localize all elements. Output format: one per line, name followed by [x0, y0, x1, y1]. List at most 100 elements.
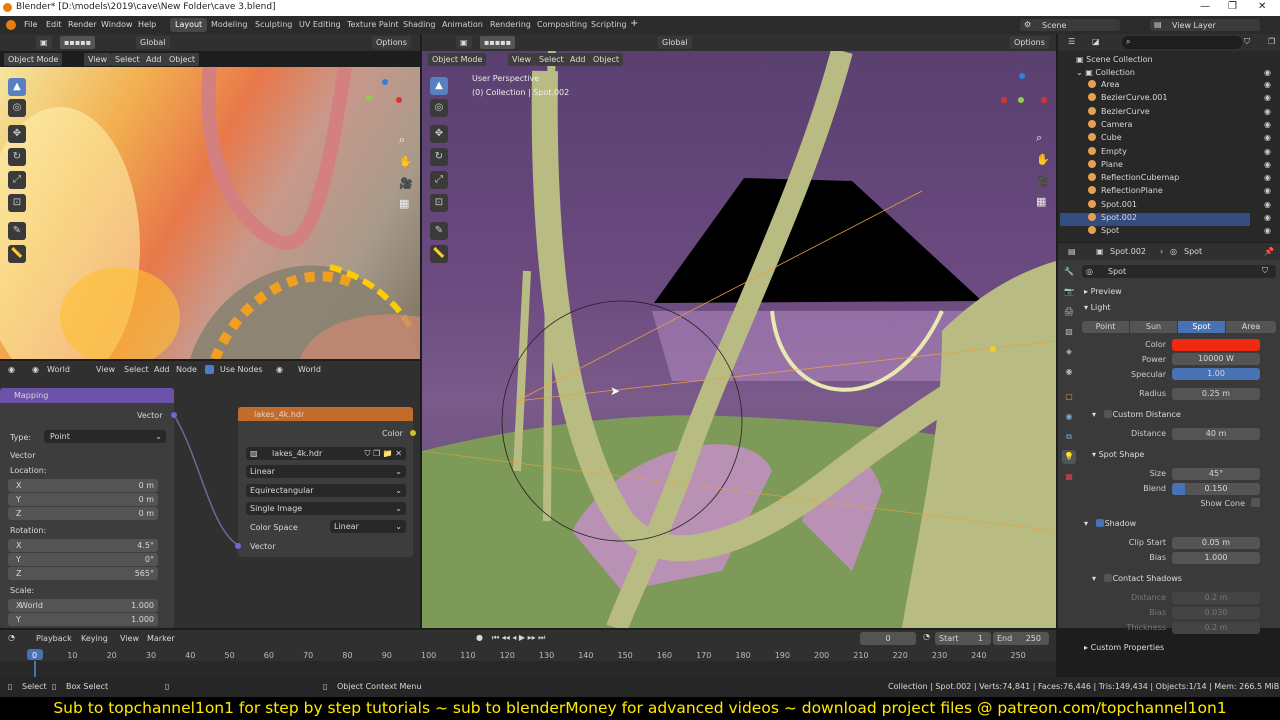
main-select-mode-icon[interactable]: ▣	[456, 36, 472, 49]
image-file-field[interactable]: ▨ lakes_4k.hdr ⛉ ❐ 📁 ✕	[246, 447, 406, 460]
image-texture-node[interactable]: lakes_4k.hdr Color ▨ lakes_4k.hdr ⛉ ❐ 📁 ✕ …	[235, 407, 416, 557]
color-space-dropdown[interactable]: Linear ⌄	[330, 520, 406, 533]
tab-view-layer-icon[interactable]: ▧	[1062, 325, 1076, 339]
annotate-tool-icon[interactable]: ✎	[8, 222, 26, 240]
outliner-item[interactable]: BezierCurve.001	[1088, 93, 1167, 106]
menu-window[interactable]: Window	[101, 20, 133, 29]
main-gizmo-x-icon[interactable]	[1001, 97, 1007, 103]
main-cursor-tool-icon[interactable]: ◎	[430, 99, 448, 117]
menu-object[interactable]: Object	[165, 53, 200, 66]
visibility-eye-icon[interactable]: ◉	[1264, 120, 1271, 129]
main-orientation-dropdown[interactable]: Global	[658, 36, 692, 49]
main-measure-tool-icon[interactable]: 📏	[430, 245, 448, 263]
scale-tool-icon[interactable]: ⤢	[8, 171, 26, 189]
tab-scripting[interactable]: Scripting	[586, 18, 632, 32]
main-options-dropdown[interactable]: Options	[1010, 36, 1049, 49]
tab-uv-editing[interactable]: UV Editing	[294, 18, 346, 32]
select-mode-icon[interactable]: ▣	[36, 36, 52, 49]
shader-type-dropdown[interactable]: World	[47, 365, 70, 374]
custom-properties-section[interactable]: ▸ Custom Properties	[1084, 643, 1164, 652]
outliner-item[interactable]: Camera	[1088, 119, 1132, 133]
contact-shadows-checkbox[interactable]	[1104, 574, 1112, 582]
tab-render-icon[interactable]: 📷	[1062, 285, 1076, 299]
main-select-tool-icon[interactable]: ▲	[430, 77, 448, 95]
mode-dropdown[interactable]: Object Mode	[4, 53, 63, 66]
grid-view-icon[interactable]: ▦	[399, 197, 409, 210]
main-transform-tool-icon[interactable]: ⊡	[430, 194, 448, 212]
pin-icon[interactable]: 📌	[1264, 247, 1274, 256]
light-datablock-field[interactable]: ◎ Spot ⛉	[1082, 265, 1276, 278]
shader-type-icon[interactable]: ◉	[32, 365, 39, 374]
show-cone-checkbox[interactable]	[1251, 498, 1260, 507]
main-gizmo-y-icon[interactable]	[1018, 97, 1024, 103]
preview-range-icon[interactable]: ◔	[923, 632, 935, 645]
bias-field[interactable]: 1.000	[1172, 552, 1260, 564]
blend-slider[interactable]: 0.150	[1172, 483, 1260, 495]
visibility-eye-icon[interactable]: ◉	[1264, 173, 1271, 182]
select-tool-icon[interactable]: ▲	[8, 78, 26, 96]
shadow-checkbox[interactable]	[1096, 519, 1104, 527]
tab-scene-icon[interactable]: ◈	[1062, 345, 1076, 359]
distance-field[interactable]: 40 m	[1172, 428, 1260, 440]
fake-user-icon[interactable]: ⛉	[1262, 266, 1268, 276]
outliner-item[interactable]: ReflectionCubemap	[1088, 173, 1179, 186]
main-gizmo-neg-x-icon[interactable]	[1041, 97, 1047, 103]
location-x-field[interactable]: X0 m	[8, 479, 158, 492]
visibility-eye-icon[interactable]: ◉	[1264, 213, 1271, 222]
gizmo-x-icon[interactable]	[396, 97, 402, 103]
world-datablock[interactable]: World	[298, 365, 321, 374]
rotate-tool-icon[interactable]: ↻	[8, 148, 26, 166]
outliner-editor-icon[interactable]: ☰	[1068, 37, 1075, 46]
main-menu-add[interactable]: Add	[566, 53, 590, 66]
menu-marker[interactable]: Marker	[147, 634, 175, 643]
visibility-eye-icon[interactable]: ◉	[1264, 226, 1271, 235]
light-section[interactable]: ▾ Light	[1084, 303, 1111, 312]
tab-object-icon[interactable]: ▢	[1062, 390, 1076, 404]
menu-playback[interactable]: Playback	[36, 634, 72, 643]
visibility-eye-icon[interactable]: ◉	[1264, 107, 1271, 116]
custom-distance-section[interactable]: ▾ Custom Distance	[1092, 410, 1181, 419]
light-type-area[interactable]: Area	[1226, 321, 1276, 333]
main-scale-tool-icon[interactable]: ⤢	[430, 171, 448, 189]
main-annotate-tool-icon[interactable]: ✎	[430, 222, 448, 240]
timeline-editor-icon[interactable]: ◔	[8, 633, 15, 642]
end-frame-field[interactable]: End 250	[993, 632, 1049, 645]
mapping-node-header[interactable]: Mapping	[0, 388, 174, 403]
vector-input-socket[interactable]	[235, 543, 241, 549]
add-workspace-icon[interactable]: +	[630, 18, 638, 29]
menu-render[interactable]: Render	[68, 20, 96, 29]
filter-icon[interactable]: ⛉	[1244, 37, 1250, 47]
gizmo-y-icon[interactable]	[366, 95, 372, 101]
spot-shape-section[interactable]: ▾ Spot Shape	[1092, 450, 1144, 459]
blender-menu-icon[interactable]	[6, 20, 16, 30]
main-menu-select[interactable]: Select	[535, 53, 568, 66]
view-layer-selector[interactable]: ▤ View Layer	[1150, 19, 1260, 31]
collection-visibility-icon[interactable]: ◉	[1264, 68, 1271, 77]
outliner-item[interactable]: BezierCurve	[1088, 106, 1150, 120]
outliner-scene-collection[interactable]: ▣ Scene Collection	[1076, 55, 1153, 68]
visibility-eye-icon[interactable]: ◉	[1264, 160, 1271, 169]
minimize-icon[interactable]: —	[1200, 1, 1210, 12]
source-dropdown[interactable]: Single Image ⌄	[246, 502, 406, 515]
node-canvas[interactable]: Mapping Vector Type: Point ⌄ Vector Locat…	[0, 378, 420, 628]
pan-icon[interactable]: ✋	[399, 155, 413, 168]
select-box-buttons[interactable]: ▪▪▪▪▪	[60, 36, 96, 49]
visibility-eye-icon[interactable]: ◉	[1264, 186, 1271, 195]
main-move-tool-icon[interactable]: ✥	[430, 125, 448, 143]
outliner-item[interactable]: ReflectionPlane	[1088, 186, 1163, 199]
playback-controls-icon[interactable]: ⏮ ◂◂ ◂ ▶ ▸▸ ⏭	[492, 633, 545, 643]
light-color-swatch[interactable]	[1172, 339, 1260, 351]
main-mode-dropdown[interactable]: Object Mode	[428, 53, 487, 66]
tab-world-icon[interactable]: ◉	[1062, 365, 1076, 379]
tab-shading[interactable]: Shading	[398, 18, 441, 32]
specular-field[interactable]: 1.00	[1172, 368, 1260, 380]
main-zoom-icon[interactable]: ⌕	[1036, 131, 1042, 145]
power-field[interactable]: 10000 W	[1172, 353, 1260, 365]
properties-editor-icon[interactable]: ▤	[1068, 247, 1076, 256]
visibility-eye-icon[interactable]: ◉	[1264, 200, 1271, 209]
tab-texture-paint[interactable]: Texture Paint	[342, 18, 404, 32]
collection-expand-icon[interactable]: ⌄ ▣	[1076, 68, 1095, 77]
light-type-point[interactable]: Point	[1082, 321, 1129, 333]
outliner-item[interactable]: Spot.002	[1060, 213, 1250, 226]
transform-tool-icon[interactable]: ⊡	[8, 194, 26, 212]
